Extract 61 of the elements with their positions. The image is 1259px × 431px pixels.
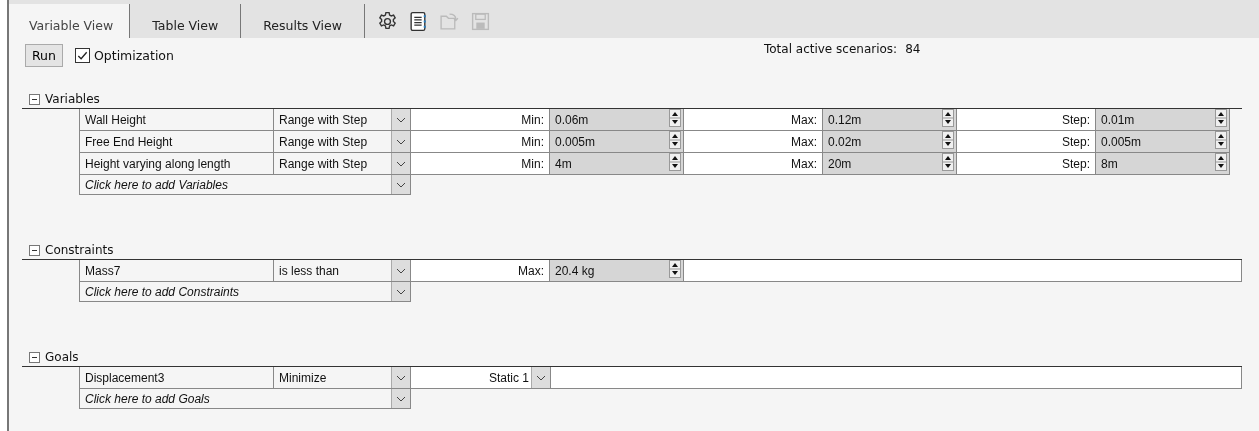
dropdown-icon[interactable] bbox=[391, 282, 410, 301]
study-dropdown[interactable]: Static 1 bbox=[411, 367, 551, 389]
field-label: Step: bbox=[957, 153, 1096, 175]
section-title: Goals bbox=[45, 350, 79, 364]
spin-field[interactable]: 0.12m bbox=[823, 109, 957, 131]
name-cell: Mass7 bbox=[79, 260, 274, 282]
type-dropdown[interactable]: Range with Step bbox=[274, 109, 411, 131]
field-label: Step: bbox=[957, 109, 1096, 131]
spinner-icon[interactable] bbox=[669, 260, 681, 281]
spinner-icon[interactable] bbox=[942, 109, 954, 130]
name-cell: Height varying along length bbox=[79, 153, 274, 175]
section-title: Variables bbox=[45, 92, 100, 106]
spin-field[interactable]: 20.4 kg bbox=[550, 260, 684, 282]
spin-field[interactable]: 8m bbox=[1096, 153, 1230, 175]
optimization-checkbox[interactable] bbox=[74, 47, 90, 63]
spin-field[interactable]: 0.005m bbox=[550, 131, 684, 153]
run-button[interactable]: Run bbox=[25, 43, 63, 67]
collapse-icon[interactable] bbox=[29, 244, 40, 256]
spin-field[interactable]: 0.06m bbox=[550, 109, 684, 131]
dropdown-icon[interactable] bbox=[391, 175, 410, 194]
field-label: Max: bbox=[684, 131, 823, 153]
spinner-icon[interactable] bbox=[669, 109, 681, 130]
spinner-icon[interactable] bbox=[669, 153, 681, 174]
spin-field[interactable]: 20m bbox=[823, 153, 957, 175]
add-row-dropdown[interactable]: Click here to add Constraints bbox=[79, 282, 411, 302]
collapse-icon[interactable] bbox=[29, 93, 40, 105]
spinner-icon[interactable] bbox=[1215, 131, 1227, 152]
notebook-icon[interactable] bbox=[408, 10, 429, 32]
field-label: Max: bbox=[684, 109, 823, 131]
spinner-icon[interactable] bbox=[1215, 109, 1227, 130]
type-dropdown[interactable]: Range with Step bbox=[274, 131, 411, 153]
field-label: Step: bbox=[957, 131, 1096, 153]
scenarios-count: 84 bbox=[905, 42, 921, 56]
dropdown-icon[interactable] bbox=[391, 389, 410, 408]
field-label: Min: bbox=[411, 131, 550, 153]
field-label: Max: bbox=[411, 260, 550, 282]
spin-field[interactable]: 0.005m bbox=[1096, 131, 1230, 153]
tab[interactable]: Variable View bbox=[9, 4, 131, 38]
spinner-icon[interactable] bbox=[942, 131, 954, 152]
name-cell: Wall Height bbox=[79, 109, 274, 131]
spinner-icon[interactable] bbox=[1215, 153, 1227, 174]
spinner-icon[interactable] bbox=[942, 153, 954, 174]
spin-field[interactable]: 4m bbox=[550, 153, 684, 175]
name-cell: Displacement3 bbox=[79, 367, 274, 389]
field-label: Max: bbox=[684, 153, 823, 175]
type-dropdown[interactable]: Minimize bbox=[274, 367, 411, 389]
add-row-dropdown[interactable]: Click here to add Variables bbox=[79, 175, 411, 195]
type-dropdown[interactable]: Range with Step bbox=[274, 153, 411, 175]
spinner-icon[interactable] bbox=[669, 131, 681, 152]
section-title: Constraints bbox=[45, 243, 114, 257]
name-cell: Free End Height bbox=[79, 131, 274, 153]
scenarios-label: Total active scenarios: bbox=[763, 42, 898, 56]
spin-field[interactable]: 0.02m bbox=[823, 131, 957, 153]
checkbox-label: Optimization bbox=[93, 47, 174, 63]
type-dropdown[interactable]: is less than bbox=[274, 260, 411, 282]
settings-icon[interactable] bbox=[377, 10, 398, 32]
field-label: Min: bbox=[411, 153, 550, 175]
collapse-icon[interactable] bbox=[29, 351, 40, 363]
spin-field[interactable]: 0.01m bbox=[1096, 109, 1230, 131]
field-label: Min: bbox=[411, 109, 550, 131]
add-row-dropdown[interactable]: Click here to add Goals bbox=[79, 389, 411, 409]
